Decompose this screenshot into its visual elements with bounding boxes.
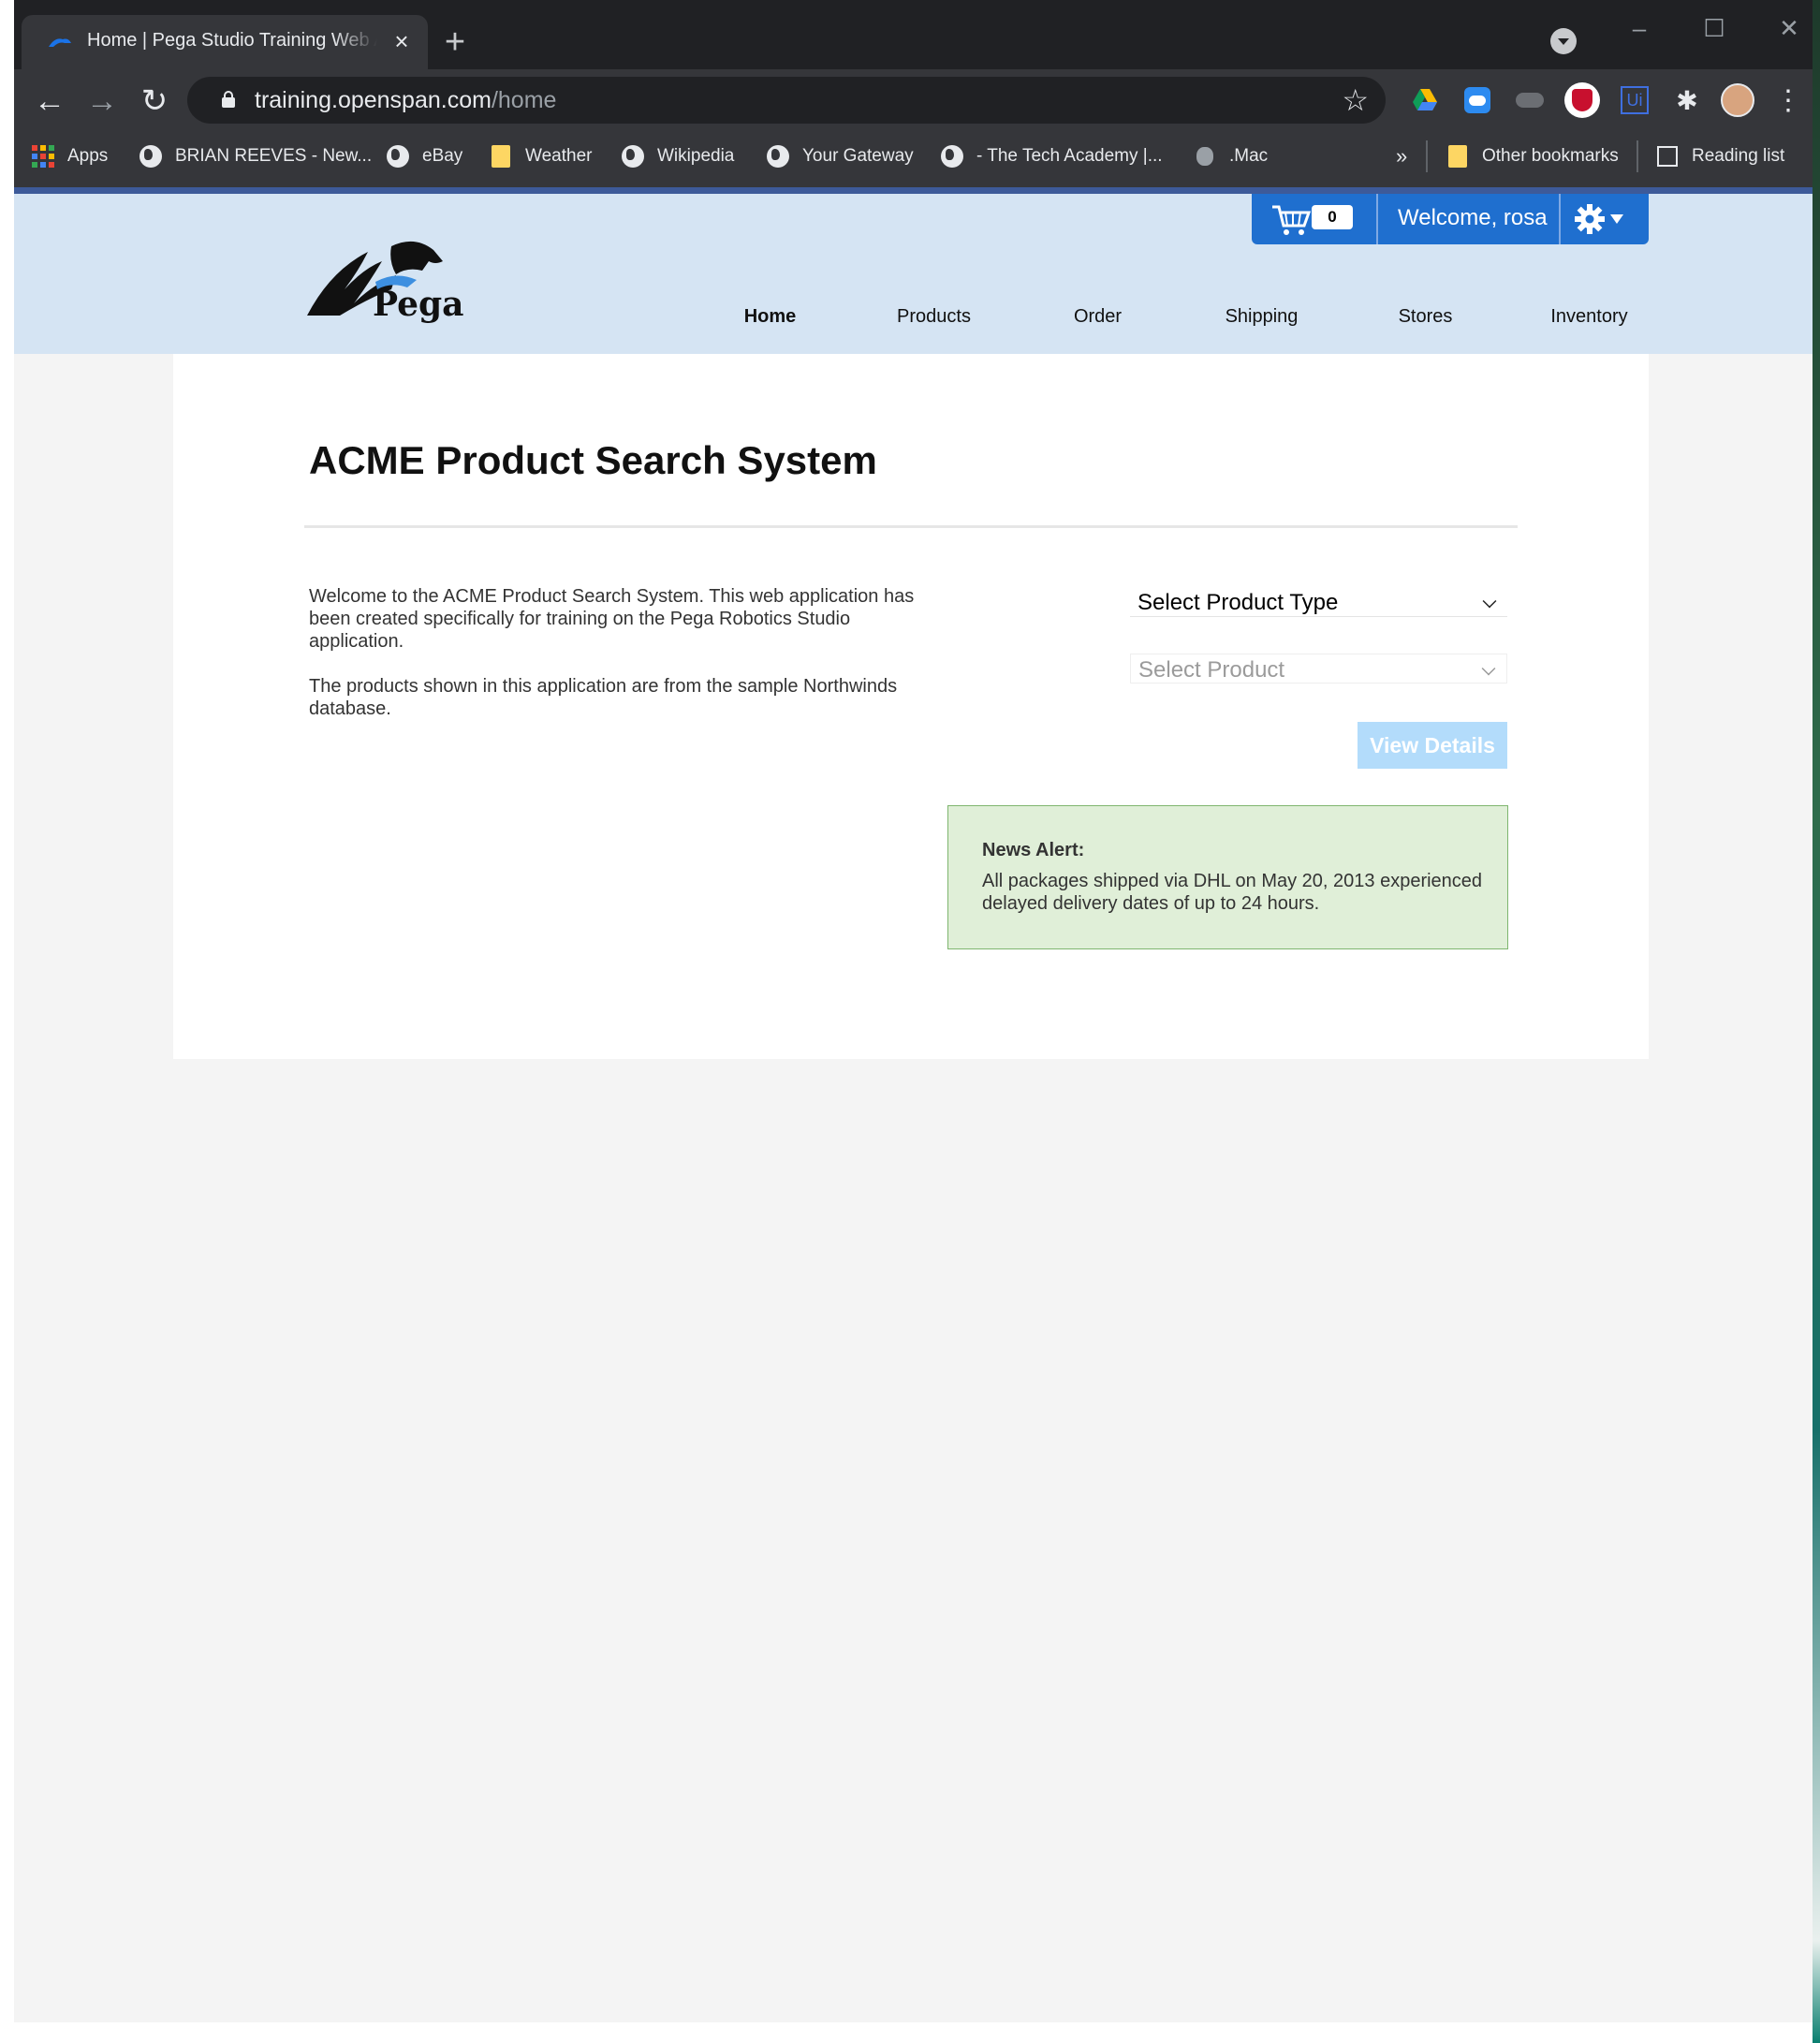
pega-favicon-icon xyxy=(49,38,71,47)
apps-grid-icon xyxy=(32,145,54,168)
news-alert-text: All packages shipped via DHL on May 20, … xyxy=(982,871,1483,914)
news-alert-box: News Alert: All packages shipped via DHL… xyxy=(947,805,1508,949)
welcome-user-text: Welcome, rosa xyxy=(1398,205,1548,230)
nav-home[interactable]: Home xyxy=(688,306,852,328)
view-details-button[interactable]: View Details xyxy=(1358,722,1507,769)
bookmark-separator xyxy=(1426,140,1428,172)
bookmarks-overflow-chevron[interactable]: » xyxy=(1396,140,1407,172)
mcafee-icon[interactable] xyxy=(1564,82,1600,118)
bookmark-label: BRIAN REEVES - New... xyxy=(175,146,373,166)
url-path: /home xyxy=(491,87,557,113)
product-select[interactable]: Select Product xyxy=(1130,654,1507,683)
cart-count-badge[interactable]: 0 xyxy=(1312,205,1353,229)
bookmark-star-icon[interactable]: ☆ xyxy=(1342,82,1369,118)
bookmarks-bar: Apps BRIAN REEVES - New... eBay Weather … xyxy=(14,131,1813,185)
forward-arrow-icon[interactable]: → xyxy=(83,82,121,120)
profile-avatar[interactable] xyxy=(1720,82,1755,118)
nav-stores[interactable]: Stores xyxy=(1343,306,1507,328)
product-type-select[interactable]: Select Product Type xyxy=(1130,587,1507,617)
apple-icon xyxy=(1194,145,1216,168)
browser-tab[interactable]: Home | Pega Studio Training Web Applicat… xyxy=(22,15,428,69)
bookmark-wikipedia[interactable]: Wikipedia xyxy=(622,140,734,172)
bookmark-label: - The Tech Academy |... xyxy=(976,146,1163,166)
lock-icon xyxy=(222,91,235,108)
google-drive-icon[interactable] xyxy=(1407,82,1443,118)
cloud-icon[interactable] xyxy=(1512,82,1548,118)
bookmark-separator xyxy=(1637,140,1638,172)
reading-list-icon xyxy=(1656,145,1679,168)
news-alert-title: News Alert: xyxy=(982,840,1085,860)
tab-search-icon[interactable] xyxy=(1550,28,1577,54)
bookmark-other-bookmarks[interactable]: Other bookmarks xyxy=(1446,140,1619,172)
page-title: ACME Product Search System xyxy=(309,438,877,482)
reading-list-label: Reading list xyxy=(1692,146,1785,166)
bookmark-mac[interactable]: .Mac xyxy=(1194,140,1268,172)
globe-icon xyxy=(941,145,963,168)
settings-caret-icon[interactable] xyxy=(1610,214,1623,224)
nav-order[interactable]: Order xyxy=(1016,306,1180,328)
browser-chrome: Home | Pega Studio Training Web Applicat… xyxy=(0,0,1820,187)
shopping-cart-icon[interactable] xyxy=(1270,203,1312,237)
url-text: training.openspan.com/home xyxy=(255,87,556,114)
bookmark-label: Wikipedia xyxy=(657,146,735,166)
divider xyxy=(1559,194,1561,244)
reading-list-button[interactable]: Reading list xyxy=(1656,140,1784,172)
globe-icon xyxy=(767,145,789,168)
nav-inventory[interactable]: Inventory xyxy=(1507,306,1671,328)
bookmark-brian-reeves[interactable]: BRIAN REEVES - New... xyxy=(139,140,372,172)
nav-products[interactable]: Products xyxy=(852,306,1016,328)
bookmark-your-gateway[interactable]: Your Gateway xyxy=(767,140,914,172)
maximize-icon[interactable]: ☐ xyxy=(1695,9,1733,47)
chevron-down-icon xyxy=(1482,594,1497,609)
bookmark-label: Weather xyxy=(525,146,593,166)
intro-paragraph: Welcome to the ACME Product Search Syste… xyxy=(309,586,915,652)
intro-text: Welcome to the ACME Product Search Syste… xyxy=(309,585,946,742)
browser-toolbar: ← → ↻ training.openspan.com/home ☆ Ui ✱ xyxy=(14,69,1813,131)
window-edge xyxy=(0,0,14,2043)
pega-logo[interactable]: Pega xyxy=(302,233,490,323)
new-tab-plus-icon[interactable]: + xyxy=(436,24,474,62)
bookmark-label: Apps xyxy=(67,146,109,166)
product-select-value: Select Product xyxy=(1138,657,1285,683)
divider xyxy=(1376,194,1378,244)
browser-menu-icon[interactable]: ⋮ xyxy=(1770,82,1806,118)
intro-paragraph: The products shown in this application a… xyxy=(309,676,898,719)
desktop-background-strip xyxy=(1813,0,1820,2043)
globe-icon xyxy=(139,145,162,168)
web-page: Pega 0 Welcome, rosa Home Products Order… xyxy=(14,187,1813,2022)
bookmark-tech-academy[interactable]: - The Tech Academy |... xyxy=(941,140,1163,172)
globe-icon xyxy=(622,145,644,168)
bookmark-label: Other bookmarks xyxy=(1482,146,1619,166)
divider xyxy=(304,525,1518,528)
logo-text: Pega xyxy=(373,285,464,323)
main-content: ACME Product Search System Welcome to th… xyxy=(173,354,1649,1059)
folder-icon xyxy=(1446,145,1469,168)
close-window-icon[interactable]: ✕ xyxy=(1770,9,1808,47)
icloud-icon[interactable] xyxy=(1460,82,1495,118)
address-bar[interactable]: training.openspan.com/home ☆ xyxy=(187,77,1386,124)
extensions-puzzle-icon[interactable]: ✱ xyxy=(1669,82,1705,118)
uipath-icon[interactable]: Ui xyxy=(1617,82,1652,118)
product-type-select-value: Select Product Type xyxy=(1138,590,1339,615)
tab-title: Home | Pega Studio Training Web Applicat… xyxy=(87,30,377,51)
minimize-icon[interactable]: – xyxy=(1621,9,1658,47)
reload-icon[interactable]: ↻ xyxy=(136,82,173,120)
tab-strip: Home | Pega Studio Training Web Applicat… xyxy=(14,0,1813,69)
chevron-down-icon xyxy=(1481,661,1496,676)
bookmark-apps[interactable]: Apps xyxy=(32,140,108,172)
tab-close-icon[interactable]: × xyxy=(389,28,415,54)
bookmark-ebay[interactable]: eBay xyxy=(387,140,462,172)
bookmark-label: eBay xyxy=(422,146,463,166)
bookmark-weather[interactable]: Weather xyxy=(490,140,592,172)
user-bar: 0 Welcome, rosa xyxy=(1252,194,1649,244)
globe-icon xyxy=(387,145,409,168)
folder-icon xyxy=(490,145,512,168)
site-header: Pega 0 Welcome, rosa Home Products Order… xyxy=(14,187,1813,354)
bookmark-label: .Mac xyxy=(1229,146,1269,166)
nav-shipping[interactable]: Shipping xyxy=(1180,306,1343,328)
gear-icon[interactable] xyxy=(1574,203,1606,235)
bookmark-label: Your Gateway xyxy=(802,146,914,166)
url-host: training.openspan.com xyxy=(255,87,492,113)
back-arrow-icon[interactable]: ← xyxy=(31,82,68,120)
